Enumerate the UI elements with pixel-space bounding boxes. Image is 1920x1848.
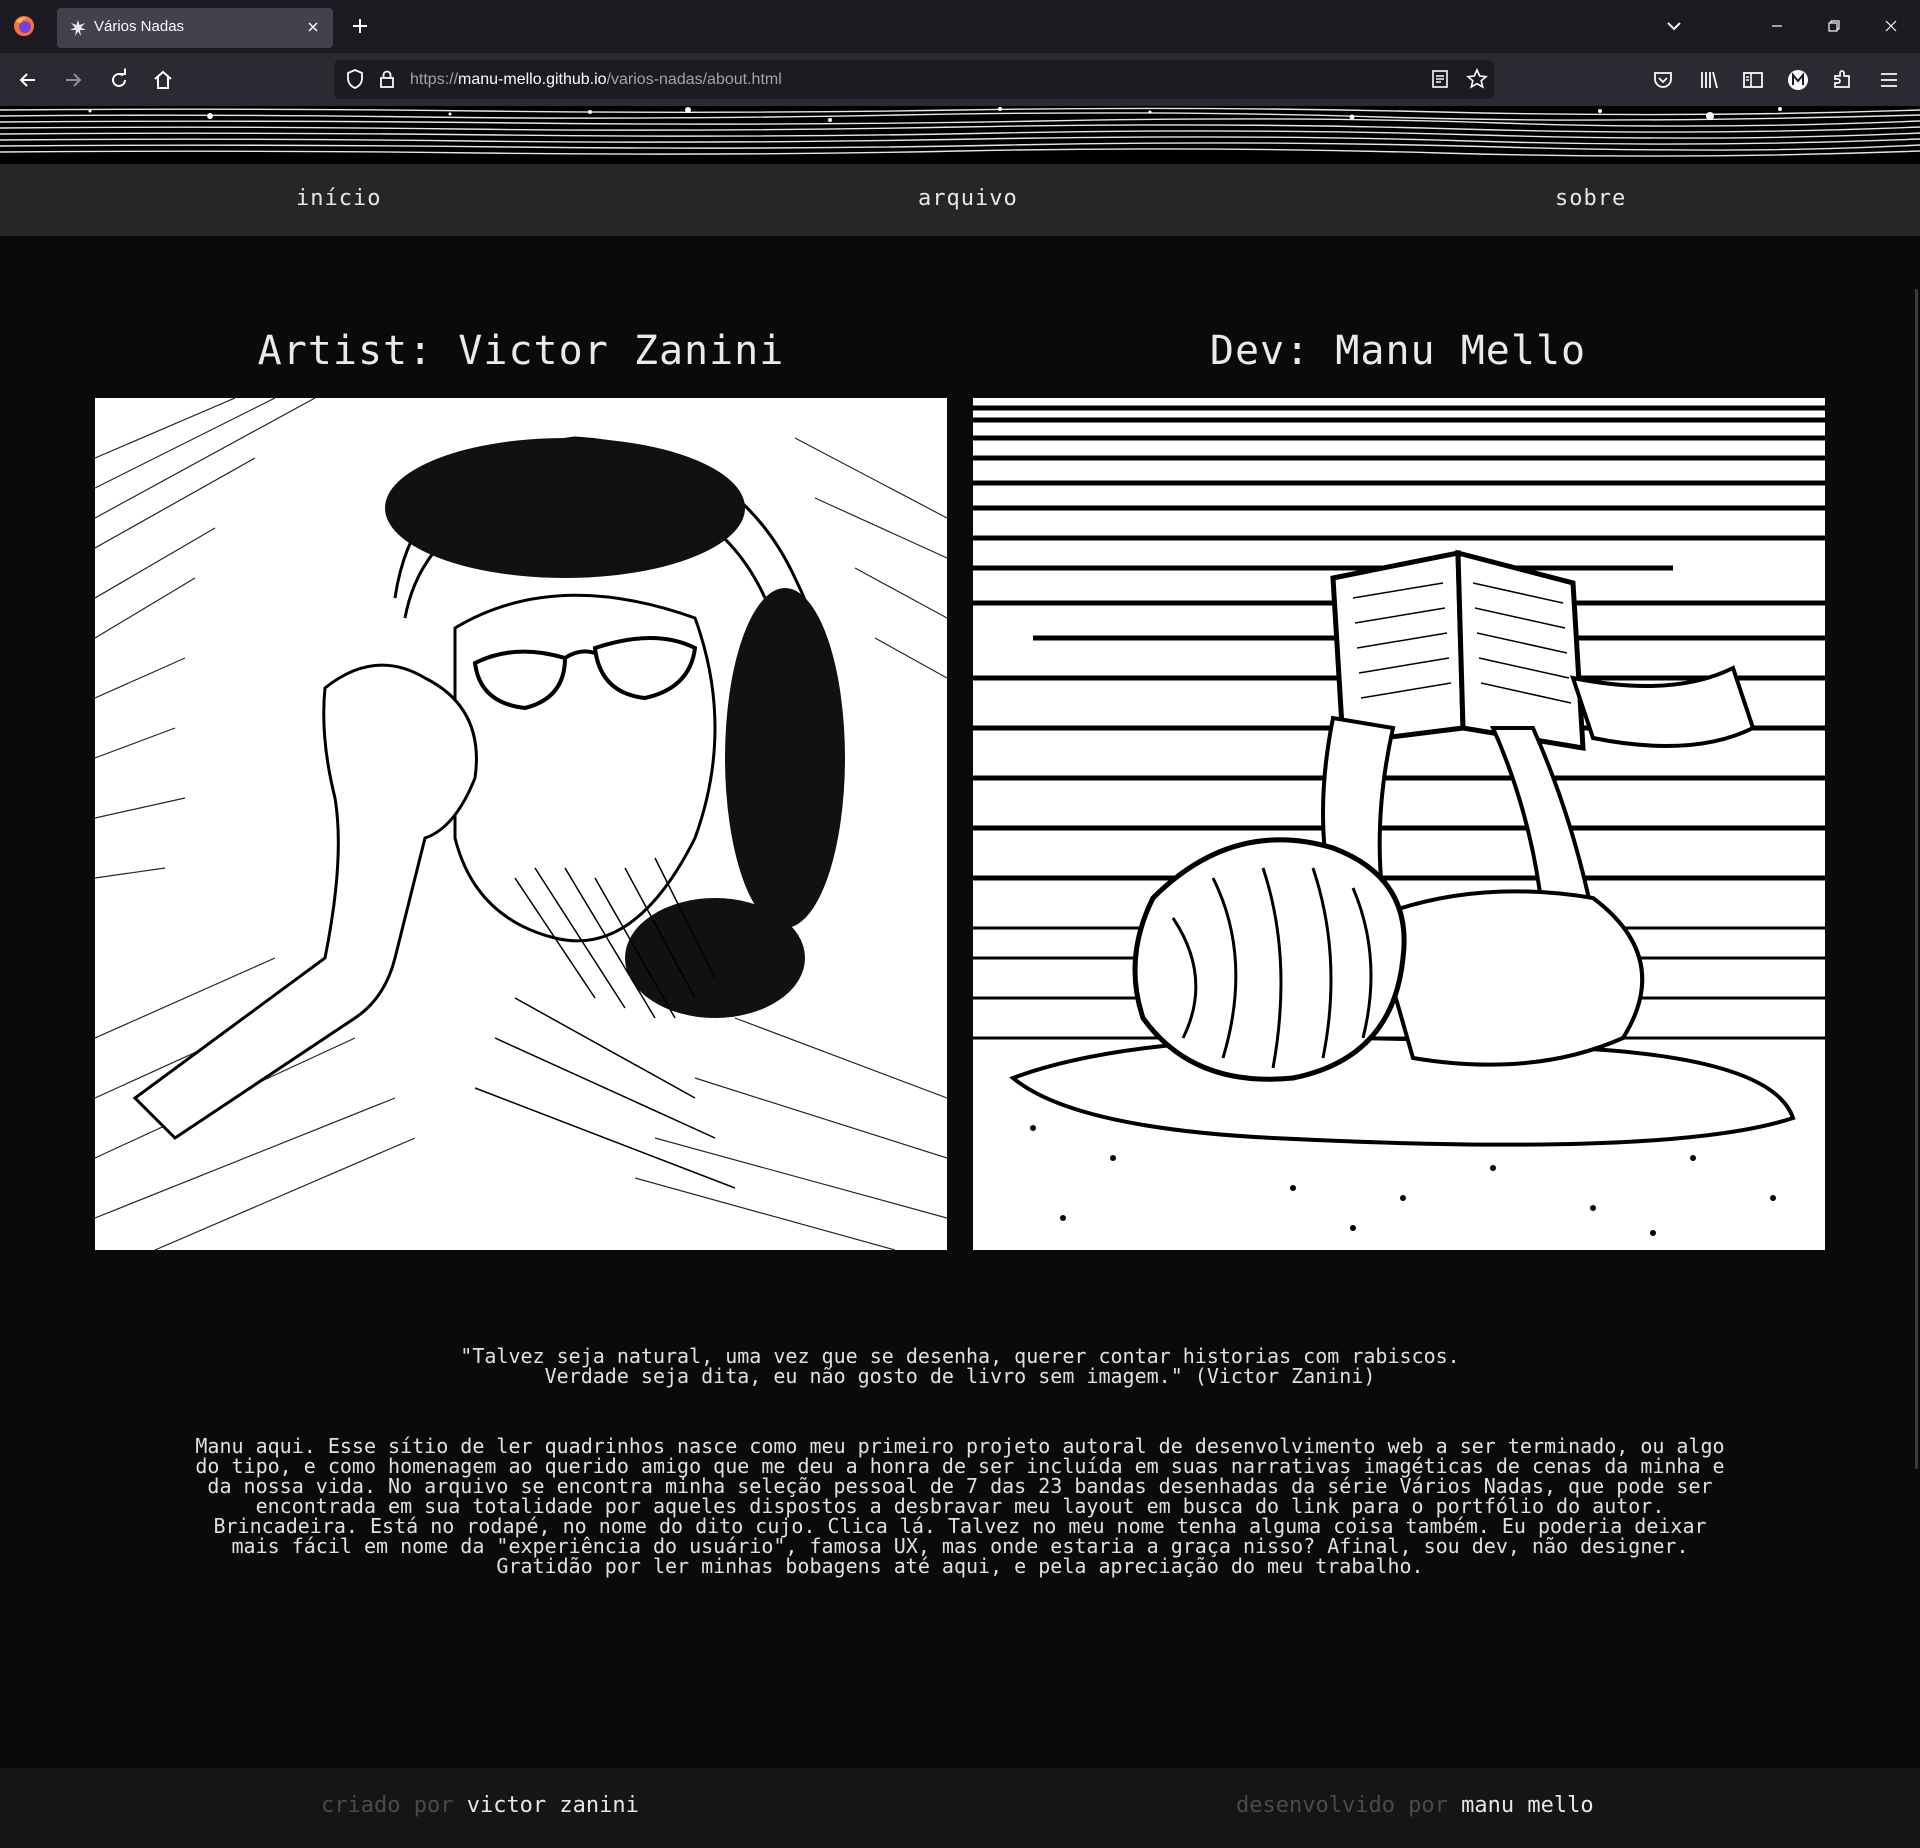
new-tab-icon[interactable]: [348, 14, 372, 38]
dev-bio-text: Manu aqui. Esse sítio de ler quadrinhos …: [195, 1434, 1725, 1578]
close-tab-icon[interactable]: [305, 19, 321, 35]
url-text[interactable]: https://manu-mello.github.io/varios-nada…: [410, 71, 782, 89]
menu-hamburger-icon[interactable]: [1876, 67, 1902, 93]
pocket-icon[interactable]: [1650, 67, 1676, 93]
extensions-icon[interactable]: [1830, 67, 1856, 93]
url-scheme: https://: [410, 71, 459, 88]
artist-heading: Artist: Victor Zanini: [257, 328, 785, 374]
page-scrollbar[interactable]: [1912, 106, 1920, 1848]
developed-by-label: desenvolvido por: [1236, 1793, 1448, 1818]
footer-created-by: criado por victor zanini: [321, 1793, 639, 1818]
nav-link-arquivo[interactable]: arquivo: [918, 186, 1018, 211]
dev-portfolio-link[interactable]: manu mello: [1461, 1793, 1593, 1818]
reload-icon[interactable]: [106, 67, 132, 93]
url-path: /varios-nadas/about.html: [606, 71, 782, 88]
nav-link-inicio[interactable]: início: [296, 186, 381, 211]
restore-icon[interactable]: [1820, 12, 1848, 40]
reader-view-icon[interactable]: [1430, 69, 1450, 89]
shield-icon[interactable]: [344, 68, 366, 90]
sidebar-icon[interactable]: [1740, 67, 1766, 93]
account-avatar-icon[interactable]: [1785, 67, 1811, 93]
chevron-down-icon[interactable]: [1662, 14, 1686, 38]
artist-quote: "Talvez seja natural, uma vez que se des…: [460, 1344, 1460, 1388]
close-window-icon[interactable]: [1877, 12, 1905, 40]
bookmark-star-icon[interactable]: [1466, 68, 1488, 90]
browser-tab[interactable]: Vários Nadas: [57, 8, 333, 48]
site-nav: início arquivo sobre: [0, 164, 1920, 236]
page-content: início arquivo sobre Artist: Victor Zani…: [0, 106, 1920, 1848]
firefox-logo-icon[interactable]: [12, 14, 36, 38]
home-icon[interactable]: [150, 67, 176, 93]
site-favicon-icon: [70, 20, 86, 36]
library-icon[interactable]: [1696, 67, 1722, 93]
dev-portrait-image: [973, 398, 1825, 1250]
starry-banner-image: [0, 106, 1920, 164]
header-banner: [0, 106, 1920, 164]
url-host: manu-mello.github.io: [458, 71, 607, 88]
dev-heading: Dev: Manu Mello: [1209, 328, 1587, 374]
forward-arrow-icon[interactable]: [60, 67, 86, 93]
artist-portfolio-link[interactable]: victor zanini: [467, 1793, 639, 1818]
browser-navbar: https://manu-mello.github.io/varios-nada…: [0, 53, 1920, 106]
browser-titlebar: Vários Nadas: [0, 0, 1920, 53]
site-footer: criado por victor zanini desenvolvido po…: [0, 1768, 1920, 1848]
artist-portrait-image: [95, 398, 947, 1250]
lock-icon[interactable]: [376, 68, 398, 90]
footer-developed-by: desenvolvido por manu mello: [1236, 1793, 1594, 1818]
scrollbar-thumb[interactable]: [1915, 289, 1918, 1469]
url-bar[interactable]: https://manu-mello.github.io/varios-nada…: [334, 60, 1494, 99]
nav-link-sobre[interactable]: sobre: [1555, 186, 1626, 211]
back-arrow-icon[interactable]: [15, 67, 41, 93]
tab-title: Vários Nadas: [94, 18, 185, 35]
minimize-icon[interactable]: [1763, 12, 1791, 40]
created-by-label: criado por: [321, 1793, 454, 1818]
